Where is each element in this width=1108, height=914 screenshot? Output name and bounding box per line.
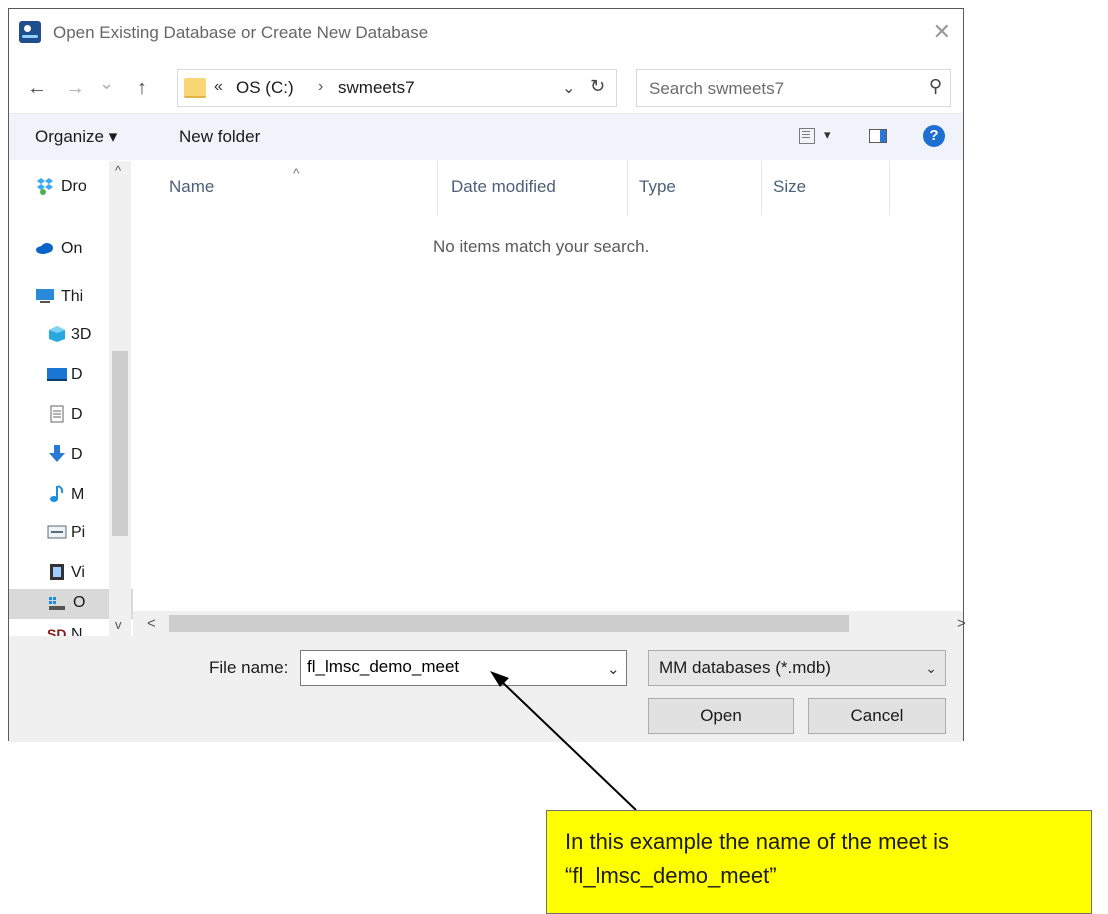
callout-note: In this example the name of the meet is … (546, 810, 1092, 914)
callout-line-1: In this example the name of the meet is (565, 829, 949, 854)
callout-line-2: “fl_lmsc_demo_meet” (565, 863, 777, 888)
callout-arrow (490, 671, 637, 811)
